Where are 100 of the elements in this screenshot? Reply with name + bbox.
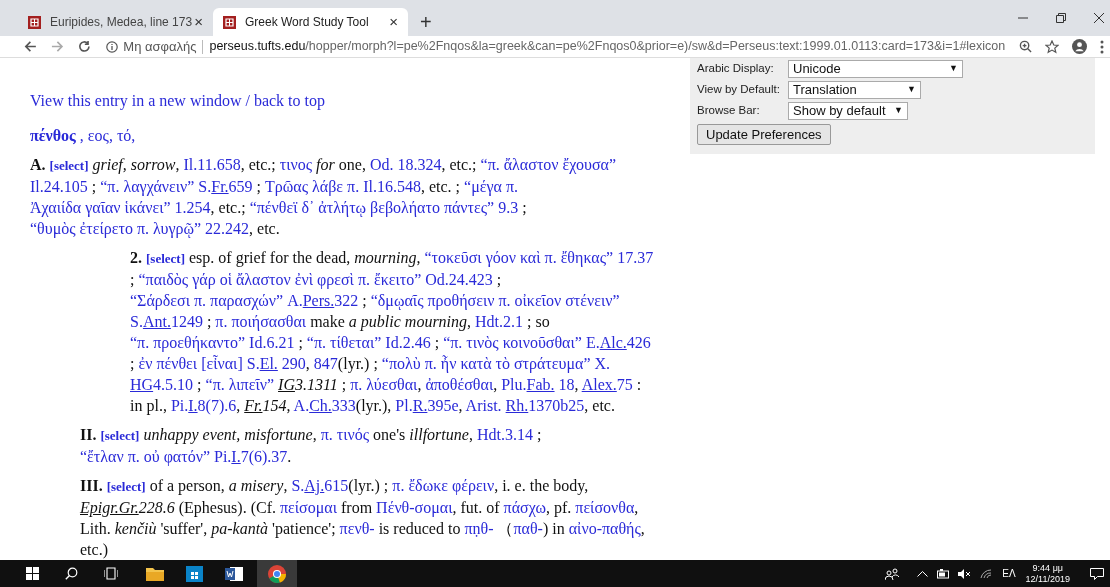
text-link[interactable]: I. <box>231 448 241 465</box>
folder-icon[interactable] <box>146 566 164 581</box>
text-link[interactable]: ἐν πένθει [εἶναι] <box>138 355 243 372</box>
text-link[interactable]: Id.2.46 <box>385 334 431 351</box>
text-link[interactable]: 1249 <box>170 313 203 330</box>
text-link[interactable]: Plu. <box>501 376 527 393</box>
text-link[interactable]: Ant. <box>142 313 171 330</box>
text-link[interactable]: πείσομαι <box>280 499 337 516</box>
task-view-icon[interactable] <box>104 567 118 580</box>
text-link[interactable]: πṇθ- <box>464 520 494 537</box>
text-link[interactable]: “π. λαγχάνειν” <box>100 178 195 195</box>
text-link[interactable]: “π. τινὸς <box>443 334 499 351</box>
text-link[interactable]: R. <box>412 397 428 414</box>
text-link[interactable]: π. λύεσθαι <box>350 376 418 393</box>
wifi-icon[interactable] <box>980 568 993 579</box>
text-link[interactable]: ἦν κατὰ τὸ στράτευμα” <box>440 355 591 372</box>
select-link[interactable]: [select] <box>100 428 140 443</box>
text-link[interactable]: πενθ- <box>339 520 375 537</box>
language-indicator[interactable]: ΕΛ <box>1002 566 1016 581</box>
select-link[interactable]: [select] <box>146 251 185 266</box>
text-link[interactable]: 847 <box>313 355 338 372</box>
text-link[interactable]: τινος <box>279 156 313 173</box>
text-link[interactable]: αἰνο-παθής <box>568 520 641 537</box>
text-link[interactable]: “π. λιπεῖν” <box>205 376 275 393</box>
text-link[interactable]: Alc. <box>599 334 627 351</box>
text-link[interactable]: 18 <box>558 376 575 393</box>
search-icon[interactable] <box>65 567 78 580</box>
text-link[interactable]: 1.254 <box>174 199 211 216</box>
text-link[interactable]: Hdt.3.14 <box>476 426 533 443</box>
text-link[interactable]: ἀποθέσθαι <box>425 376 494 393</box>
text-link[interactable]: Ἀχαιίδα γαῖαν ἱκάνει” <box>30 199 171 216</box>
text-link[interactable]: Pi. <box>214 448 232 465</box>
text-link[interactable]: S. <box>246 355 260 372</box>
text-link[interactable]: Πένθ-σομαι <box>376 499 453 516</box>
text-link[interactable]: A. <box>293 397 310 414</box>
text-link[interactable]: S. <box>198 178 212 195</box>
dropdown[interactable]: Show by default ▼ <box>788 102 908 120</box>
back-icon[interactable] <box>24 40 37 53</box>
text-link[interactable]: Il.24.105 <box>30 178 88 195</box>
reload-icon[interactable] <box>77 40 91 53</box>
text-link[interactable]: Τρῶας λάβε π. <box>265 178 360 195</box>
notifications-icon[interactable] <box>1090 567 1104 580</box>
text-link[interactable]: πάσχω <box>503 499 546 516</box>
text-link[interactable]: 322 <box>334 292 359 309</box>
text-link[interactable]: A. <box>287 292 303 309</box>
text-link[interactable]: “πολὺ π. <box>381 355 437 372</box>
dropdown[interactable]: Unicode ▼ <box>788 60 963 78</box>
dropdown[interactable]: Translation ▼ <box>788 81 921 99</box>
text-link[interactable]: Hdt.2.1 <box>475 313 524 330</box>
text-link[interactable]: Il.16.548 <box>363 178 421 195</box>
restore-icon[interactable] <box>1056 13 1066 23</box>
text-link[interactable]: π. ποιήσασθαι <box>215 313 307 330</box>
new-tab-button[interactable]: + <box>420 12 432 32</box>
windows-start-icon[interactable] <box>26 567 39 580</box>
clock[interactable]: 9:44 μμ 12/11/2019 <box>1025 562 1070 585</box>
zoom-icon[interactable] <box>1019 40 1032 53</box>
account-icon[interactable] <box>1072 39 1087 54</box>
text-link[interactable]: Od. 18.324 <box>369 156 442 173</box>
star-icon[interactable] <box>1045 39 1059 54</box>
text-link[interactable]: Fab. <box>526 376 555 393</box>
text-link[interactable]: Rh. <box>505 397 529 414</box>
back-to-top-link[interactable]: back to top <box>253 92 325 109</box>
text-link[interactable]: “δμῳαῖς προθήσειν π. οἰκεῖον <box>370 292 562 309</box>
tab-close-button[interactable]: × <box>194 10 203 34</box>
text-link[interactable]: ἔχουσα” <box>562 156 617 173</box>
text-link[interactable]: 8(7).6 <box>197 397 237 414</box>
tab-close-button[interactable]: × <box>389 10 398 34</box>
text-link[interactable]: 9.3 <box>498 199 519 216</box>
text-link[interactable]: “παιδὸς γάρ οἱ ἄλαστον ἐνὶ φρεσὶ π. ἔκειτο” <box>138 271 422 288</box>
text-link[interactable]: “π. προεθήκαντο” <box>130 334 246 351</box>
text-link[interactable]: HG <box>130 376 154 393</box>
text-link[interactable]: S. <box>291 477 305 494</box>
text-link[interactable]: Id.6.21 <box>249 334 295 351</box>
text-link[interactable]: κοινοῦσθαι” <box>502 334 582 351</box>
text-link[interactable]: “θυμὸς ἐτείρετο π. λυγρῷ” <box>30 220 202 237</box>
text-link[interactable]: Aj. <box>304 477 325 494</box>
text-link[interactable]: “μέγα π. <box>464 178 518 195</box>
text-link[interactable]: “τοκεῦσι γόον καὶ π. <box>424 249 557 266</box>
text-link[interactable]: ἔθηκας” <box>560 249 614 266</box>
text-link[interactable]: Od.24.423 <box>425 271 493 288</box>
update-preferences-button[interactable]: Update Preferences <box>697 124 831 145</box>
close-icon[interactable] <box>1094 13 1104 23</box>
browser-tab[interactable]: Greek Word Study Tool × <box>213 8 408 36</box>
text-link[interactable]: “ἔτλαν π. οὐ φατόν” <box>80 448 210 465</box>
text-link[interactable]: X. <box>594 355 611 372</box>
text-link[interactable]: “πένθεϊ δ᾽ ἀτλήτῳ βεβολήατο πάντες” <box>249 199 495 216</box>
battery-icon[interactable] <box>936 568 951 579</box>
chrome-taskbar-button[interactable] <box>257 560 297 587</box>
speaker-muted-icon[interactable] <box>958 568 973 579</box>
select-link[interactable]: [select] <box>106 479 146 494</box>
text-link[interactable]: 333 <box>331 397 356 414</box>
store-icon[interactable] <box>186 565 203 582</box>
text-link[interactable]: 659 <box>228 178 253 195</box>
text-link[interactable]: 615 <box>324 477 349 494</box>
text-link[interactable]: Il.11.658 <box>183 156 241 173</box>
text-link[interactable]: 395e <box>427 397 459 414</box>
text-link[interactable]: 4.5.10 <box>153 376 194 393</box>
text-link[interactable]: S. <box>130 313 143 330</box>
word-icon[interactable] <box>225 565 243 582</box>
text-link[interactable]: πείσονθα <box>575 499 635 516</box>
